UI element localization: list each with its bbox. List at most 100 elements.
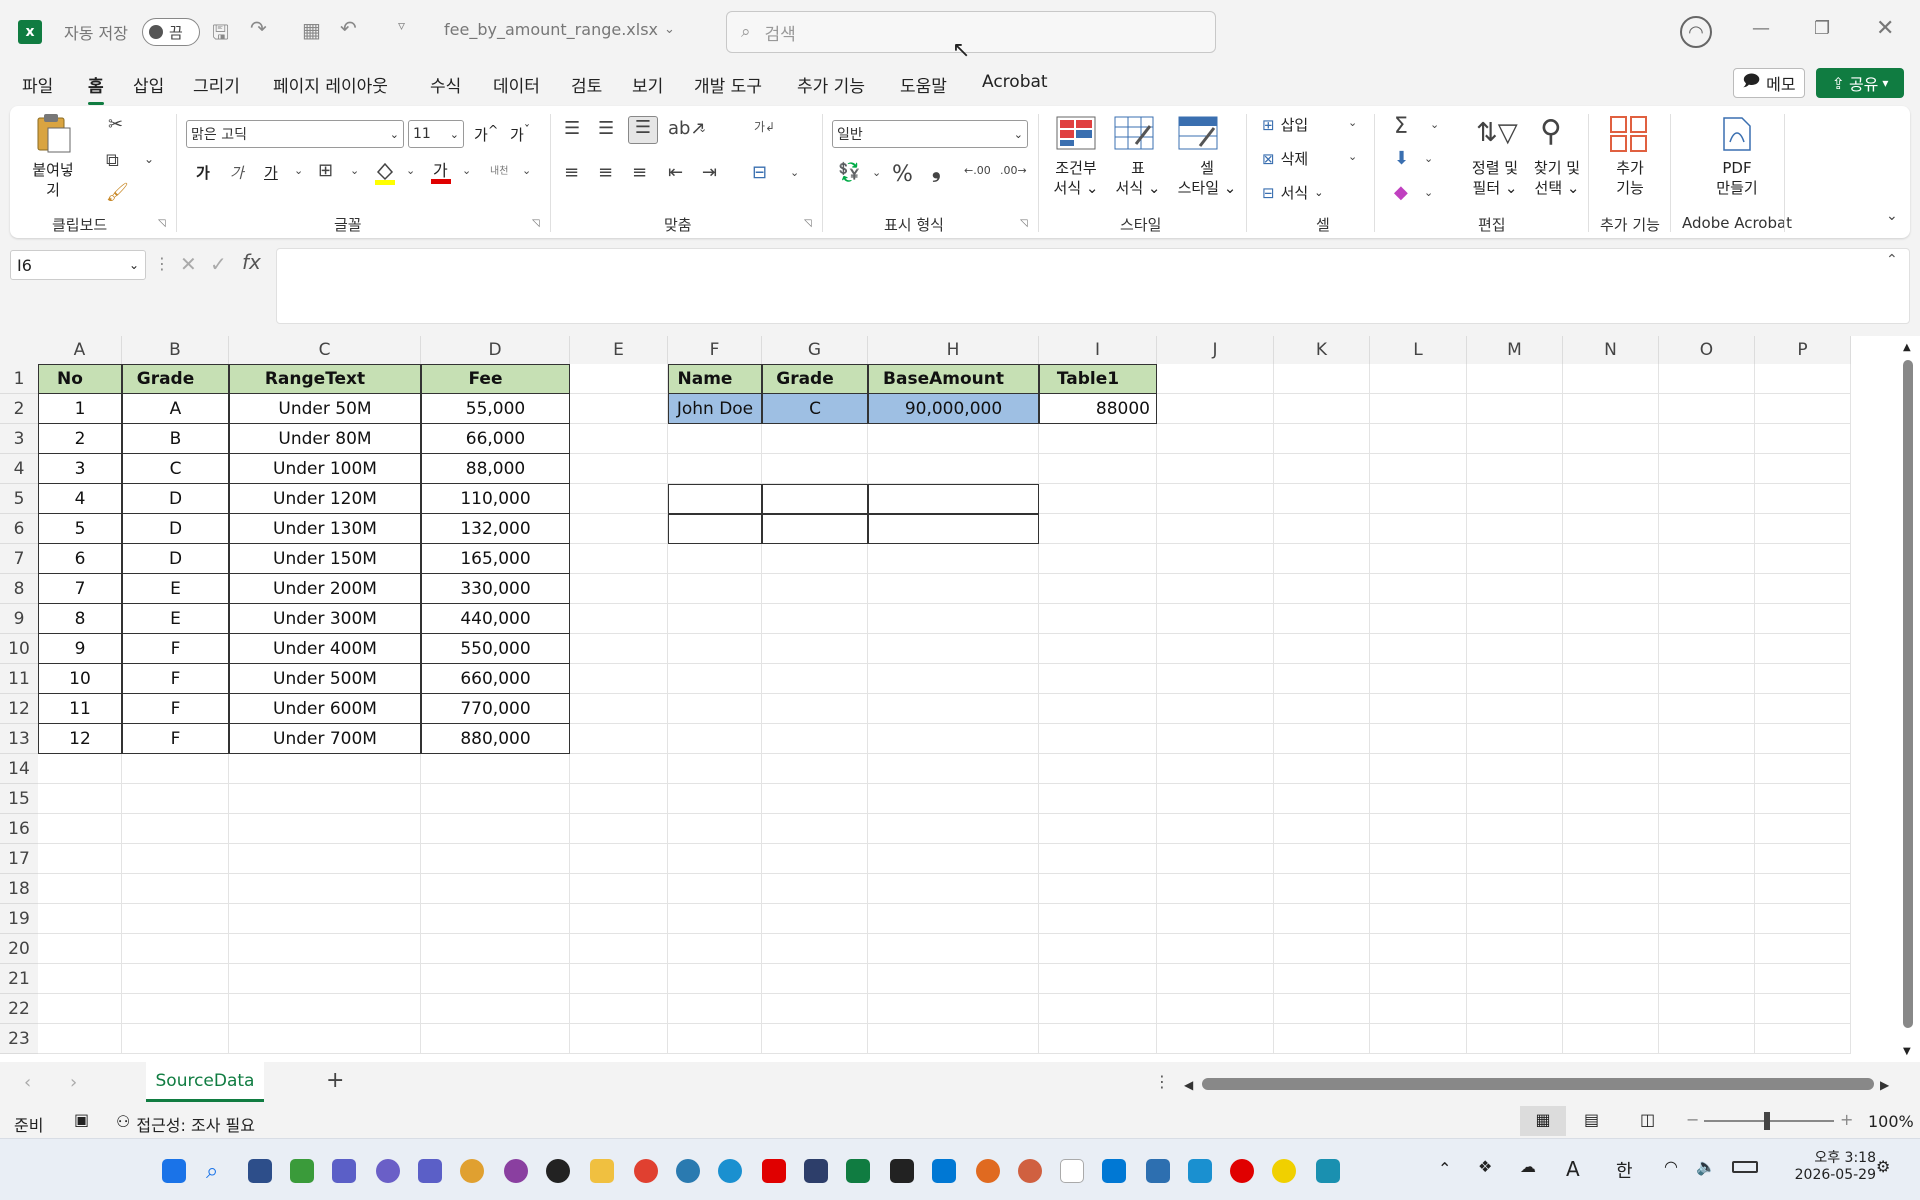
grid-cell[interactable]	[1370, 544, 1467, 574]
grid-cell[interactable]	[122, 844, 229, 874]
grid-cell[interactable]	[668, 994, 762, 1024]
grid-cell[interactable]	[1274, 964, 1370, 994]
grid-cell[interactable]	[229, 814, 421, 844]
grid-cell[interactable]	[668, 754, 762, 784]
grid-cell[interactable]	[570, 634, 668, 664]
grid-cell[interactable]	[868, 814, 1039, 844]
bordered-empty-cell[interactable]	[868, 484, 1039, 514]
format-cells-button[interactable]: ⊟ 서식 ⌄	[1262, 182, 1323, 203]
chevron-down-icon[interactable]: ⌄	[48, 182, 58, 196]
pen-icon[interactable]: A	[1566, 1157, 1580, 1181]
grid-cell[interactable]	[570, 784, 668, 814]
row-header[interactable]: 7	[0, 544, 38, 574]
grid-cell[interactable]	[762, 994, 868, 1024]
close-icon[interactable]: ✕	[1876, 16, 1894, 41]
grid-cell[interactable]	[570, 544, 668, 574]
row-header[interactable]: 2	[0, 394, 38, 424]
account-icon[interactable]: ◠	[1680, 16, 1712, 48]
grid-cell[interactable]	[38, 934, 122, 964]
grid-cell[interactable]	[1563, 814, 1659, 844]
column-header[interactable]: N	[1563, 336, 1659, 364]
font-color-icon[interactable]: 가	[430, 158, 452, 186]
grid-cell[interactable]	[1039, 844, 1157, 874]
grid-cell[interactable]	[668, 664, 762, 694]
zoom-level[interactable]: 100%	[1868, 1112, 1914, 1131]
vscroll-up-icon[interactable]: ▲	[1903, 342, 1911, 353]
grid-cell[interactable]	[1370, 514, 1467, 544]
table-cell[interactable]: B	[122, 424, 229, 454]
grid-cell[interactable]	[1274, 694, 1370, 724]
table-cell[interactable]: 550,000	[421, 634, 570, 664]
table-cell[interactable]: E	[122, 604, 229, 634]
grid-cell[interactable]	[1370, 574, 1467, 604]
grid-cell[interactable]	[1659, 484, 1755, 514]
grid-cell[interactable]	[1563, 904, 1659, 934]
grid-cell[interactable]	[868, 424, 1039, 454]
chevron-down-icon[interactable]: ⌄	[144, 152, 154, 166]
grid-cell[interactable]	[668, 634, 762, 664]
grid-cell[interactable]	[570, 454, 668, 484]
grid-cell[interactable]	[1370, 814, 1467, 844]
lookup-cell[interactable]: 88000	[1039, 394, 1157, 424]
grid-cell[interactable]	[1370, 904, 1467, 934]
lookup-header-cell[interactable]: Table1	[1039, 364, 1157, 394]
grid-cell[interactable]	[762, 904, 868, 934]
format-as-table-label[interactable]: 표 서식 ⌄	[1110, 158, 1166, 198]
row-header[interactable]: 17	[0, 844, 38, 874]
column-header[interactable]: L	[1370, 336, 1467, 364]
grid-cell[interactable]	[1467, 544, 1563, 574]
grid-cell[interactable]	[1274, 424, 1370, 454]
zoom-out-icon[interactable]: −	[1686, 1110, 1699, 1129]
grid-cell[interactable]	[1563, 604, 1659, 634]
table-cell[interactable]: 132,000	[421, 514, 570, 544]
grid-cell[interactable]	[1157, 784, 1274, 814]
grid-cell[interactable]	[1467, 904, 1563, 934]
grid-cell[interactable]	[229, 994, 421, 1024]
grid-cell[interactable]	[1157, 604, 1274, 634]
tab-formulas[interactable]: 수식	[430, 72, 461, 97]
cancel-icon[interactable]: ✕	[180, 252, 197, 276]
grid-cell[interactable]	[1467, 964, 1563, 994]
grid-cell[interactable]	[1563, 724, 1659, 754]
table-cell[interactable]: 12	[38, 724, 122, 754]
grid-cell[interactable]	[868, 1024, 1039, 1054]
grid-cell[interactable]	[1039, 694, 1157, 724]
grid-cell[interactable]	[1274, 664, 1370, 694]
restore-icon[interactable]: ❐	[1814, 18, 1830, 39]
decrease-indent-icon[interactable]: ⇤	[668, 162, 683, 183]
row-header[interactable]: 3	[0, 424, 38, 454]
grid-cell[interactable]	[1370, 994, 1467, 1024]
grid-cell[interactable]	[1039, 814, 1157, 844]
insert-function-icon[interactable]: fx	[242, 250, 261, 274]
table-header-cell[interactable]: Fee	[421, 364, 570, 394]
grid-cell[interactable]	[1370, 484, 1467, 514]
row-header[interactable]: 22	[0, 994, 38, 1024]
column-header[interactable]: H	[868, 336, 1039, 364]
underline-icon[interactable]: 가	[264, 162, 278, 183]
grid-cell[interactable]	[1755, 934, 1851, 964]
grid-cell[interactable]	[868, 784, 1039, 814]
sheet-tab-sourcedata[interactable]: SourceData	[146, 1062, 264, 1102]
vscroll-down-icon[interactable]: ▼	[1903, 1046, 1911, 1057]
grid-cell[interactable]	[1659, 454, 1755, 484]
macro-record-icon[interactable]: ▣	[74, 1110, 89, 1129]
grid-cell[interactable]	[762, 634, 868, 664]
grid-cell[interactable]	[1157, 964, 1274, 994]
column-header[interactable]: P	[1755, 336, 1851, 364]
grid-cell[interactable]	[1039, 874, 1157, 904]
autosave-toggle[interactable]: 끔	[142, 18, 200, 46]
more-options-icon[interactable]: ⋮	[154, 254, 170, 273]
kakaotalk-icon[interactable]	[1272, 1159, 1296, 1183]
grid-cell[interactable]	[229, 1024, 421, 1054]
chevron-down-icon[interactable]: ⌄	[406, 164, 415, 177]
tray-expand-icon[interactable]: ⌃	[1438, 1159, 1451, 1178]
table-cell[interactable]: 6	[38, 544, 122, 574]
grid-cell[interactable]	[1039, 484, 1157, 514]
chevron-down-icon[interactable]: ⌄	[350, 164, 359, 177]
add-sheet-icon[interactable]: +	[326, 1068, 344, 1093]
grid-cell[interactable]	[1157, 1024, 1274, 1054]
grid-cell[interactable]	[1755, 724, 1851, 754]
table-cell[interactable]: 66,000	[421, 424, 570, 454]
grid-cell[interactable]	[1563, 784, 1659, 814]
grid-cell[interactable]	[1755, 754, 1851, 784]
